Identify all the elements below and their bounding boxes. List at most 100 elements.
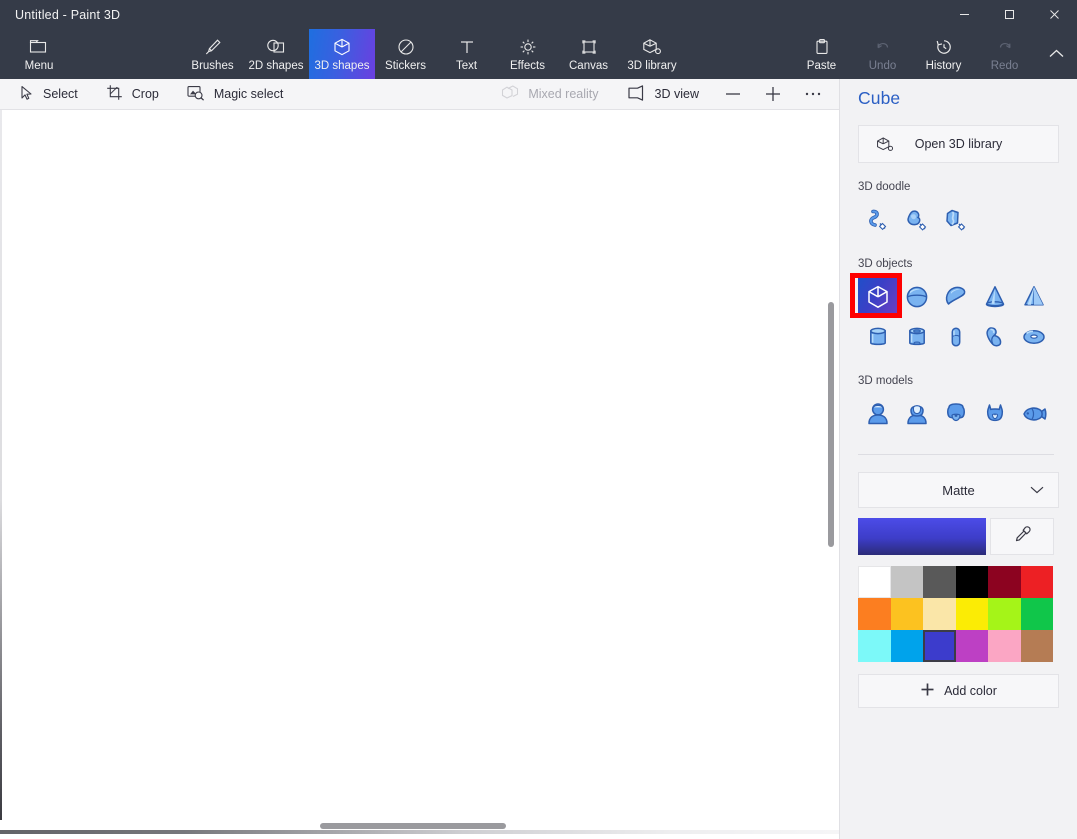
tab-3d-library[interactable]: 3D library: [619, 29, 685, 79]
crop-tool-button[interactable]: Crop: [92, 79, 173, 110]
shape-sharp-edge-doodle[interactable]: [897, 200, 936, 240]
tab-brushes-label: Brushes: [191, 60, 233, 73]
drawing-canvas[interactable]: [0, 110, 839, 839]
redo-button[interactable]: Redo: [974, 29, 1035, 79]
color-swatch-yellow[interactable]: [956, 598, 989, 630]
tab-2d-shapes-label: 2D shapes: [249, 60, 304, 73]
material-dropdown[interactable]: Matte: [858, 472, 1059, 508]
tab-brushes[interactable]: Brushes: [182, 29, 243, 79]
add-color-button[interactable]: Add color: [858, 674, 1059, 708]
eyedropper-button[interactable]: [990, 518, 1054, 555]
ribbon-right-group: Paste Undo History Redo: [791, 29, 1077, 79]
shape-man[interactable]: [858, 394, 897, 434]
shape-tube[interactable]: [897, 317, 936, 357]
shape-soft-edge-doodle[interactable]: [858, 200, 897, 240]
shape-pyramid[interactable]: [1014, 277, 1053, 317]
paste-button[interactable]: Paste: [791, 29, 852, 79]
magic-select-button[interactable]: Magic select: [173, 79, 297, 110]
tab-stickers[interactable]: Stickers: [375, 29, 436, 79]
crop-icon: [106, 84, 123, 104]
stickers-icon: [396, 36, 416, 58]
minimize-button[interactable]: [942, 0, 987, 29]
color-swatch-blue[interactable]: [923, 630, 956, 662]
shape-cylinder[interactable]: [858, 317, 897, 357]
history-icon: [934, 36, 954, 58]
magic-select-label: Magic select: [214, 87, 283, 101]
tab-effects-label: Effects: [510, 60, 545, 73]
3d-view-label: 3D view: [655, 87, 699, 101]
shape-sphere[interactable]: [897, 277, 936, 317]
tab-text[interactable]: Text: [436, 29, 497, 79]
undo-icon: [873, 36, 893, 58]
color-swatch-dark-gray[interactable]: [923, 566, 956, 598]
color-swatch-red[interactable]: [1021, 566, 1054, 598]
color-swatch-sky-blue[interactable]: [891, 630, 924, 662]
current-color-swatch[interactable]: [858, 518, 986, 555]
color-swatch-cream[interactable]: [923, 598, 956, 630]
shape-tube-doodle[interactable]: [936, 200, 975, 240]
color-swatch-black[interactable]: [956, 566, 989, 598]
section-label-3d-objects: 3D objects: [858, 258, 1059, 270]
3d-view-button[interactable]: 3D view: [613, 79, 713, 110]
color-swatch-white[interactable]: [858, 566, 891, 598]
history-button[interactable]: History: [913, 29, 974, 79]
undo-button[interactable]: Undo: [852, 29, 913, 79]
shape-cat[interactable]: [975, 394, 1014, 434]
cursor-icon: [19, 85, 34, 104]
color-palette: [858, 566, 1059, 662]
tab-canvas[interactable]: Canvas: [558, 29, 619, 79]
shape-bent-tube[interactable]: [975, 317, 1014, 357]
shape-capsule[interactable]: [936, 317, 975, 357]
tab-2d-shapes[interactable]: 2D shapes: [243, 29, 309, 79]
color-swatch-dark-red[interactable]: [988, 566, 1021, 598]
color-row: [858, 518, 1059, 555]
shape-dog[interactable]: [936, 394, 975, 434]
color-swatch-orange[interactable]: [858, 598, 891, 630]
3d-shapes-icon: [332, 36, 352, 58]
folder-icon: [29, 36, 49, 58]
open-3d-library-button[interactable]: Open 3D library: [858, 125, 1059, 163]
color-swatch-magenta[interactable]: [956, 630, 989, 662]
color-swatch-light-gray[interactable]: [891, 566, 924, 598]
material-value: Matte: [942, 483, 975, 498]
tab-3d-shapes[interactable]: 3D shapes: [309, 29, 375, 79]
maximize-button[interactable]: [987, 0, 1032, 29]
menu-label: Menu: [25, 60, 54, 73]
collapse-ribbon-button[interactable]: [1035, 29, 1077, 79]
tab-3d-library-label: 3D library: [627, 60, 676, 73]
page-title: Cube: [858, 88, 1059, 109]
secondary-toolbar: Select Crop Magic select Mixed reality: [0, 79, 839, 110]
shape-properties-panel: Cube Open 3D library 3D doodle: [839, 79, 1077, 839]
vertical-scrollbar-thumb[interactable]: [828, 302, 834, 547]
redo-label: Redo: [991, 60, 1019, 73]
shape-cube[interactable]: [858, 277, 897, 317]
color-swatch-cyan[interactable]: [858, 630, 891, 662]
select-tool-button[interactable]: Select: [5, 79, 92, 110]
color-swatch-lime[interactable]: [988, 598, 1021, 630]
mixed-reality-button[interactable]: Mixed reality: [487, 79, 612, 110]
color-swatch-pink[interactable]: [988, 630, 1021, 662]
zoom-in-button[interactable]: [753, 79, 793, 110]
ribbon-left-group: Menu: [0, 29, 70, 79]
zoom-out-button[interactable]: [713, 79, 753, 110]
menu-button[interactable]: Menu: [8, 29, 70, 79]
3d-library-icon: [641, 36, 663, 58]
undo-label: Undo: [869, 60, 897, 73]
horizontal-scrollbar-thumb[interactable]: [320, 823, 506, 829]
shape-fish[interactable]: [1014, 394, 1053, 434]
ribbon: Menu Brushes 2D shapes 3D shapes: [0, 29, 1077, 79]
magic-select-icon: [187, 85, 205, 104]
shape-torus[interactable]: [1014, 317, 1053, 357]
3d-library-icon: [875, 135, 895, 154]
tab-effects[interactable]: Effects: [497, 29, 558, 79]
canvas-bottom-edge: [0, 830, 839, 834]
color-swatch-green[interactable]: [1021, 598, 1054, 630]
color-swatch-amber[interactable]: [891, 598, 924, 630]
shape-woman[interactable]: [897, 394, 936, 434]
app-title: Untitled - Paint 3D: [15, 8, 120, 22]
close-button[interactable]: [1032, 0, 1077, 29]
shape-hemisphere[interactable]: [936, 277, 975, 317]
shape-cone[interactable]: [975, 277, 1014, 317]
more-options-button[interactable]: [793, 79, 833, 110]
color-swatch-brown[interactable]: [1021, 630, 1054, 662]
